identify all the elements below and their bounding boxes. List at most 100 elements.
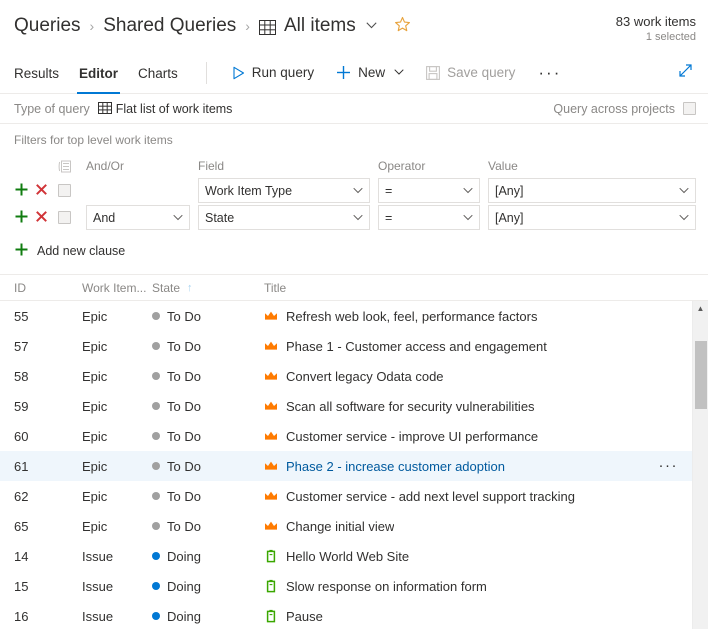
- toolbar-divider: [205, 61, 207, 84]
- column-header-id[interactable]: ID: [14, 281, 82, 295]
- title-link[interactable]: Convert legacy Odata code: [286, 369, 444, 384]
- new-button[interactable]: New: [325, 58, 415, 88]
- state-dot-icon: [152, 552, 160, 560]
- chevron-down-icon[interactable]: [366, 20, 377, 32]
- state-dot-icon: [152, 522, 160, 530]
- column-header-state[interactable]: State ↑: [152, 281, 264, 295]
- title-link[interactable]: Hello World Web Site: [286, 549, 409, 564]
- query-type-row: Type of query Flat list of work items Qu…: [0, 94, 708, 124]
- add-new-clause-button[interactable]: Add new clause: [14, 242, 144, 260]
- tab-editor[interactable]: Editor: [69, 52, 128, 94]
- title-link[interactable]: Slow response on information form: [286, 579, 487, 594]
- title-link[interactable]: Pause: [286, 609, 323, 624]
- row-cell-title: Scan all software for security vulnerabi…: [264, 399, 708, 414]
- tab-editor-label: Editor: [79, 65, 119, 81]
- state-label: To Do: [167, 398, 201, 414]
- row-cell-title: Slow response on information form: [264, 579, 708, 594]
- row-cell-id: 61: [14, 458, 29, 474]
- state-dot-icon: [152, 582, 160, 590]
- title-link[interactable]: Phase 2 - increase customer adoption: [286, 459, 505, 474]
- delete-clause-icon[interactable]: [35, 183, 48, 199]
- table-row[interactable]: 61 Epic To Do Phase 2 - increase customer a…: [0, 451, 708, 481]
- filter-row-checkbox[interactable]: [58, 211, 71, 224]
- filter-row-field-cell: State: [198, 205, 378, 230]
- value-select[interactable]: [Any]: [488, 178, 696, 203]
- column-options-icon: [58, 160, 71, 173]
- table-row[interactable]: 62 Epic To Do Customer service - add next l…: [0, 481, 708, 511]
- row-cell-state: To Do: [152, 339, 264, 354]
- row-cell-id: 58: [14, 368, 29, 384]
- table-row[interactable]: 57 Epic To Do Phase 1 - Customer access and…: [0, 331, 708, 361]
- fullscreen-button[interactable]: [677, 62, 696, 84]
- query-across-projects-checkbox[interactable]: [683, 102, 696, 115]
- row-cell-work-item-type: Epic: [82, 488, 108, 504]
- crown-icon: [264, 399, 278, 413]
- andor-select[interactable]: And: [86, 205, 190, 230]
- field-select[interactable]: Work Item Type: [198, 178, 370, 203]
- table-row[interactable]: 59 Epic To Do Scan all software for securit…: [0, 391, 708, 421]
- title-link[interactable]: Customer service - add next level suppor…: [286, 489, 575, 504]
- filter-header-andor: And/Or: [86, 159, 125, 173]
- filter-header-row: And/Or Field Operator Value: [14, 156, 696, 176]
- tab-results[interactable]: Results: [14, 52, 69, 94]
- table-row[interactable]: 65 Epic To Do Change initial view: [0, 511, 708, 541]
- filter-header-value: Value: [488, 159, 518, 173]
- tab-results-label: Results: [14, 65, 60, 81]
- column-header-title[interactable]: Title: [264, 281, 708, 295]
- filter-row-value-cell: [Any]: [488, 205, 696, 230]
- title-link[interactable]: Change initial view: [286, 519, 394, 534]
- state-label: To Do: [167, 308, 201, 324]
- more-options-button[interactable]: ···: [526, 64, 573, 81]
- breadcrumb-item-all-items[interactable]: All items: [284, 15, 356, 37]
- title-link[interactable]: Scan all software for security vulnerabi…: [286, 399, 535, 414]
- add-clause-icon[interactable]: [14, 209, 29, 227]
- chevron-down-icon: [463, 212, 473, 223]
- filter-grid: And/Or Field Operator Value Work Item Ty…: [14, 156, 696, 230]
- save-query-button[interactable]: Save query: [415, 58, 526, 88]
- delete-clause-icon[interactable]: [35, 210, 48, 226]
- title-link[interactable]: Customer service - improve UI performanc…: [286, 429, 538, 444]
- operator-select[interactable]: =: [378, 178, 480, 203]
- run-query-button[interactable]: Run query: [221, 58, 325, 88]
- tab-charts[interactable]: Charts: [128, 52, 188, 94]
- table-row[interactable]: 55 Epic To Do Refresh web look, feel, perfo…: [0, 301, 708, 331]
- work-item-count-block: 83 work items 1 selected: [586, 12, 696, 45]
- table-row[interactable]: 15 Issue Doing Slow response on information…: [0, 571, 708, 601]
- value-select[interactable]: [Any]: [488, 205, 696, 230]
- row-cell-work-item-type: Epic: [82, 428, 108, 444]
- filter-row-checkbox-cell: [58, 211, 86, 224]
- scrollbar-thumb[interactable]: [695, 341, 707, 409]
- column-header-work-item-type[interactable]: Work Item...: [82, 281, 152, 295]
- column-options-header[interactable]: [58, 160, 86, 173]
- operator-select[interactable]: =: [378, 205, 480, 230]
- query-across-projects[interactable]: Query across projects: [553, 102, 696, 116]
- table-row[interactable]: 14 Issue Doing Hello World Web Site: [0, 541, 708, 571]
- results-grid-header: ID Work Item... State ↑ Title: [0, 275, 708, 301]
- breadcrumb-item-shared-queries[interactable]: Shared Queries: [103, 15, 236, 37]
- state-dot-icon: [152, 462, 160, 470]
- query-type-value[interactable]: Flat list of work items: [97, 101, 232, 116]
- play-icon: [232, 66, 245, 80]
- breadcrumb-item-queries[interactable]: Queries: [14, 15, 81, 37]
- operator-select-value: =: [385, 183, 393, 198]
- field-select[interactable]: State: [198, 205, 370, 230]
- state-dot-icon: [152, 372, 160, 380]
- filter-row-checkbox[interactable]: [58, 184, 71, 197]
- row-context-menu-button[interactable]: ···: [659, 458, 679, 473]
- title-link[interactable]: Phase 1 - Customer access and engagement: [286, 339, 547, 354]
- table-row[interactable]: 58 Epic To Do Convert legacy Odata code: [0, 361, 708, 391]
- title-link[interactable]: Refresh web look, feel, performance fact…: [286, 309, 537, 324]
- row-cell-title: Pause: [264, 609, 708, 624]
- favorite-star-icon[interactable]: [394, 16, 411, 36]
- run-query-label: Run query: [251, 65, 315, 80]
- add-clause-icon[interactable]: [14, 182, 29, 200]
- scroll-up-button[interactable]: ▲: [693, 301, 708, 315]
- results-grid: ID Work Item... State ↑ Title 55 Epic To D…: [0, 275, 708, 629]
- filter-row-actions: [14, 182, 58, 200]
- state-label: Doing: [167, 608, 201, 624]
- row-cell-title: Convert legacy Odata code: [264, 369, 708, 384]
- table-row[interactable]: 16 Issue Doing Pause: [0, 601, 708, 631]
- table-row[interactable]: 60 Epic To Do Customer service - improve UI…: [0, 421, 708, 451]
- row-cell-id: 60: [14, 428, 29, 444]
- results-scrollbar[interactable]: ▲: [692, 301, 708, 629]
